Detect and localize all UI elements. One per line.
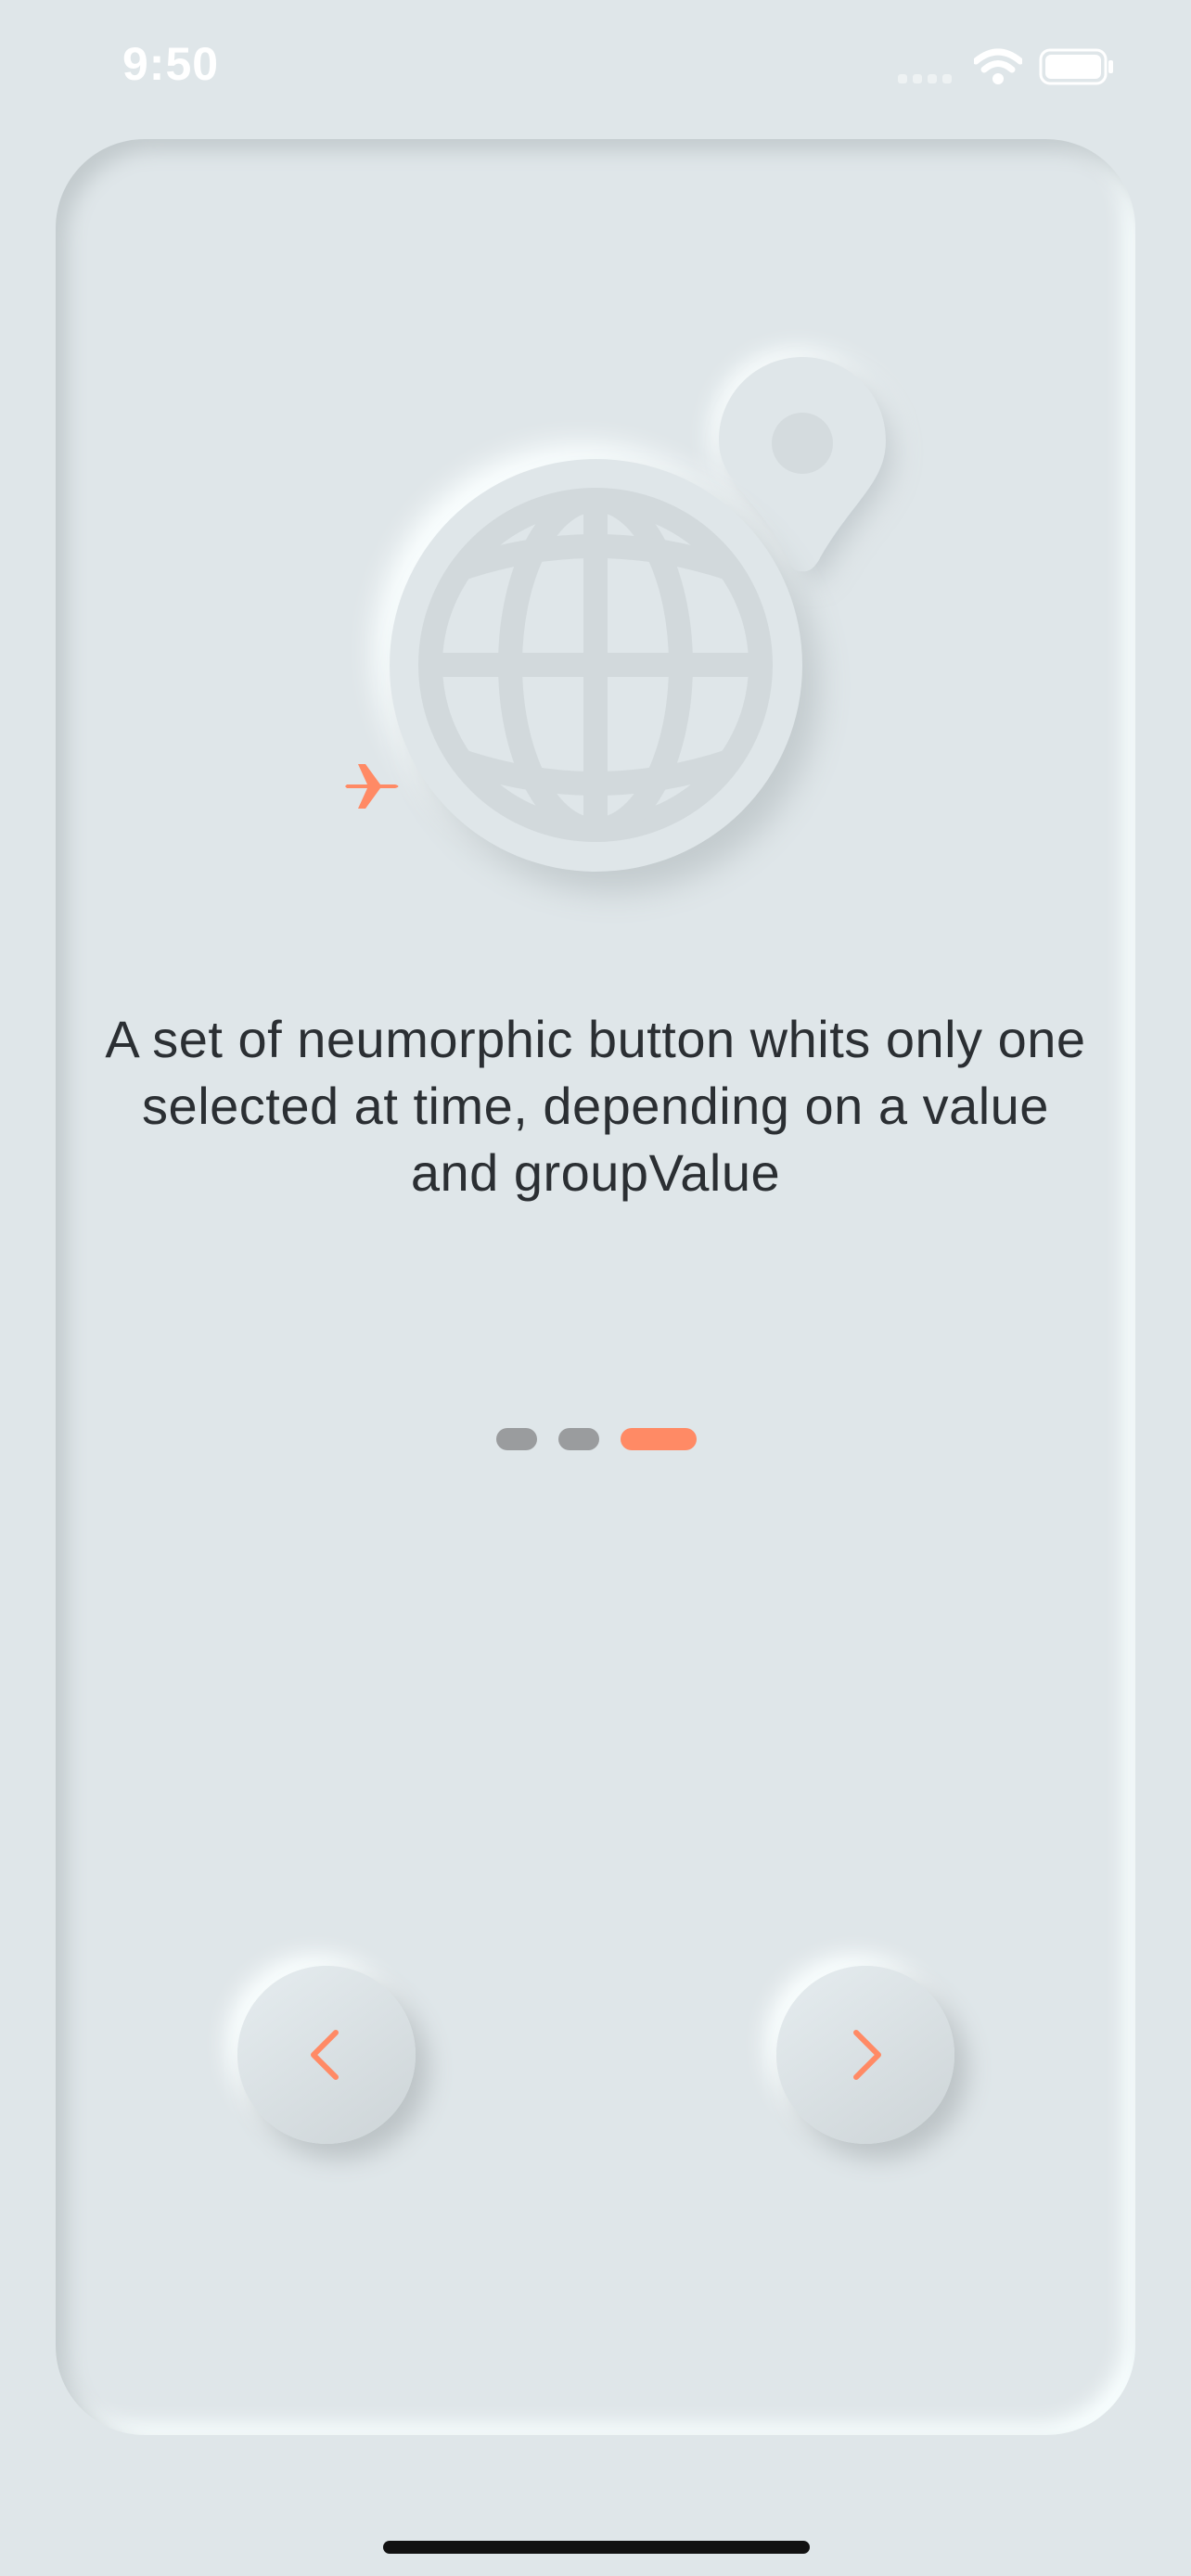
page-dot-3-active[interactable]: [621, 1428, 697, 1450]
battery-icon: [1039, 48, 1113, 85]
home-indicator[interactable]: [383, 2541, 810, 2554]
airplane-icon: [345, 764, 399, 809]
hero-illustration: [315, 343, 928, 899]
next-button[interactable]: [776, 1966, 954, 2144]
page-dot-1[interactable]: [496, 1428, 537, 1450]
chevron-left-icon: [311, 2030, 339, 2080]
status-time: 9:50: [122, 38, 220, 90]
chevron-right-icon: [853, 2030, 881, 2080]
description-text: A set of neumorphic button whits only on…: [105, 1010, 1086, 1202]
cellular-signal-icon: [898, 74, 952, 83]
page-dot-2[interactable]: [558, 1428, 599, 1450]
wifi-icon: [974, 48, 1022, 84]
status-bar: 9:50: [0, 0, 1191, 134]
previous-button[interactable]: [237, 1966, 416, 2144]
globe-icon: [390, 459, 802, 872]
